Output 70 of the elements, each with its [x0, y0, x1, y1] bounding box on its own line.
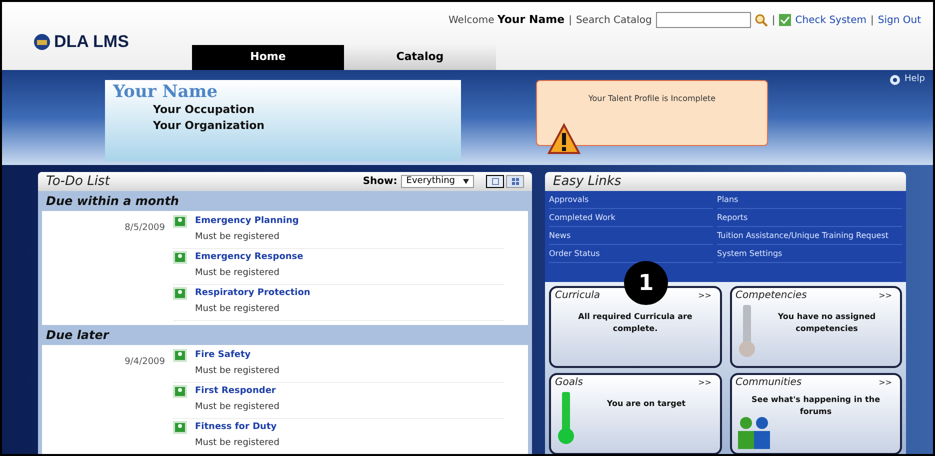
separator: | [772, 14, 776, 28]
welcome-text: Welcome Your Name [448, 12, 565, 28]
logo-text: DLA LMS [54, 31, 129, 54]
due-date: 8/5/2009 [124, 223, 165, 233]
more-link[interactable]: >> [878, 290, 896, 302]
status-text: Must be registered [194, 401, 280, 414]
more-link[interactable]: >> [698, 290, 716, 302]
widget-title: Curricula [555, 289, 600, 303]
course-link[interactable]: Emergency Planning [195, 214, 299, 228]
course-link[interactable]: First Responder [195, 384, 276, 398]
check-system-link[interactable]: Check System [795, 12, 866, 28]
dropdown-arrow-icon [463, 179, 469, 184]
course-icon [173, 421, 187, 434]
widget-text: You have no assigned competencies [776, 311, 877, 335]
panel-title: Easy Links [553, 172, 622, 191]
occupation-text: Your Occupation [152, 102, 256, 118]
course-icon [173, 251, 187, 264]
course-icon [173, 349, 187, 362]
more-link[interactable]: >> [878, 376, 896, 388]
course-link[interactable]: Respiratory Protection [195, 286, 310, 300]
status-text: Must be registered [194, 267, 280, 280]
widget-title: Competencies [736, 289, 807, 303]
sign-out-link[interactable]: Sign Out [878, 12, 921, 28]
widget-text: All required Curricula are complete. [577, 311, 694, 335]
show-label: Show: [362, 175, 398, 189]
search-label: Search Catalog [576, 14, 652, 28]
help-icon[interactable] [890, 74, 900, 85]
widget-text: You are on target [606, 398, 687, 410]
status-text: Must be registered [194, 231, 280, 244]
thermometer-icon [555, 390, 577, 446]
course-link[interactable]: Fitness for Duty [195, 420, 277, 434]
search-icon[interactable] [754, 14, 768, 27]
nav-tab[interactable]: Home [192, 45, 344, 70]
due-date: 9/4/2009 [124, 357, 165, 367]
widget-title: Goals [555, 376, 583, 390]
warning-icon [547, 123, 581, 155]
separator: | [870, 14, 874, 28]
section-heading: Due later [45, 327, 110, 344]
course-icon [173, 287, 187, 300]
grid-view-button[interactable] [506, 175, 524, 188]
easy-link[interactable]: System Settings [717, 245, 902, 263]
nav-tab[interactable]: Catalog [344, 45, 496, 70]
alert-text: Your Talent Profile is Incomplete [588, 93, 716, 105]
show-dropdown[interactable]: Everything [401, 175, 474, 188]
separator: | [568, 14, 572, 28]
panel-title: To-Do List [46, 172, 112, 191]
section-heading: Due within a month [45, 193, 180, 210]
profile-name: Your Name [113, 82, 219, 102]
easy-link[interactable]: Plans [717, 191, 902, 209]
course-link[interactable]: Emergency Response [195, 250, 304, 264]
course-icon [173, 215, 187, 228]
easy-link[interactable]: News [549, 227, 713, 245]
easy-link[interactable]: Approvals [549, 191, 713, 209]
status-text: Must be registered [194, 365, 280, 378]
more-link[interactable]: >> [698, 376, 716, 388]
people-icon [736, 415, 772, 449]
list-view-button[interactable] [486, 175, 504, 188]
organization-text: Your Organization [152, 118, 266, 134]
course-icon [173, 385, 187, 398]
status-text: Must be registered [194, 437, 280, 450]
status-text: Must be registered [194, 303, 280, 316]
widget-text: See what's happening in the forums [750, 394, 881, 418]
easy-link[interactable]: Reports [717, 209, 902, 227]
check-icon [779, 14, 792, 26]
easy-link[interactable]: Completed Work [549, 209, 713, 227]
help-link[interactable]: Help [904, 73, 925, 86]
widget-title: Communities [736, 376, 802, 390]
search-field[interactable] [656, 12, 751, 28]
easy-link[interactable]: Tuition Assistance/Unique Training Request [717, 227, 902, 245]
course-link[interactable]: Fire Safety [195, 348, 251, 362]
